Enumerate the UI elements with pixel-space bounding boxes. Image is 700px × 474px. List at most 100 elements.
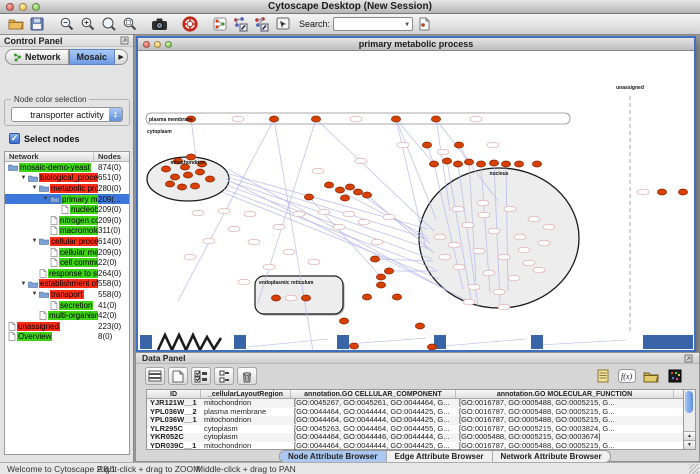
tree-col-nodes[interactable]: Nodes: [94, 152, 121, 161]
node[interactable]: [429, 161, 438, 167]
node-label[interactable]: [184, 254, 196, 260]
tree-row[interactable]: ▼establishment of lo558(0): [5, 279, 129, 290]
table-row[interactable]: YJR121W__1mitochondrion[GO:0045267, GO:0…: [147, 399, 683, 408]
node[interactable]: [340, 195, 349, 201]
zoom-out-icon[interactable]: [56, 15, 77, 34]
node[interactable]: [370, 256, 379, 262]
node[interactable]: [304, 194, 313, 200]
table-grid-icon[interactable]: [145, 367, 165, 385]
zoom-fit-icon[interactable]: [98, 15, 119, 34]
node-label[interactable]: [318, 209, 330, 215]
node[interactable]: [489, 160, 498, 166]
table-row[interactable]: YKR052Ccytoplasm[GO:0044464, GO:0044446,…: [147, 433, 683, 442]
node[interactable]: [190, 183, 199, 189]
node[interactable]: [431, 116, 440, 122]
node-label[interactable]: [358, 219, 370, 225]
node[interactable]: [415, 323, 424, 329]
node-label[interactable]: [498, 254, 510, 260]
node-label[interactable]: [218, 208, 230, 214]
node[interactable]: [392, 294, 401, 300]
node-label[interactable]: [244, 211, 256, 217]
node[interactable]: [353, 189, 362, 195]
node-label[interactable]: [488, 228, 500, 234]
node-label[interactable]: [397, 142, 409, 148]
node[interactable]: [678, 189, 687, 195]
node-label[interactable]: [232, 116, 244, 122]
node-label[interactable]: [448, 242, 460, 248]
node-label[interactable]: [468, 284, 480, 290]
table-row[interactable]: YLR295Ccytoplasm[GO:0045263, GO:0044464,…: [147, 425, 683, 434]
camera-snapshot-icon[interactable]: [149, 15, 170, 34]
tree-row[interactable]: multi-organism pro42(0): [5, 310, 129, 321]
node-label[interactable]: [333, 224, 345, 230]
node-label[interactable]: [452, 206, 464, 212]
node-label[interactable]: [528, 216, 540, 222]
scroll-up-button[interactable]: ▲: [684, 431, 695, 440]
table-row[interactable]: YPL036W__1mitochondrion[GO:0044464, GO:0…: [147, 416, 683, 425]
node[interactable]: [195, 169, 204, 175]
node-label[interactable]: [293, 211, 305, 217]
tree-row[interactable]: ▼metabolic process280(0): [5, 183, 129, 194]
node-label[interactable]: [263, 264, 275, 270]
node[interactable]: [442, 158, 451, 164]
node[interactable]: [376, 282, 385, 288]
expander-icon[interactable]: ▼: [19, 281, 28, 287]
combo-arrows-icon[interactable]: ▲▼: [109, 108, 122, 121]
tree-row[interactable]: ▼transport558(0): [5, 289, 129, 300]
node[interactable]: [339, 318, 348, 324]
tree-row[interactable]: response to stimulu264(0): [5, 268, 129, 279]
node[interactable]: [349, 343, 358, 349]
node-label[interactable]: [498, 304, 510, 310]
search-dropdown-icon[interactable]: ▼: [404, 21, 410, 29]
node[interactable]: [324, 182, 333, 188]
node-label[interactable]: [203, 238, 215, 244]
strip-node[interactable]: [140, 335, 152, 349]
tab-network-attribute-browser[interactable]: Network Attribute Browser: [493, 451, 610, 462]
strip-node[interactable]: [234, 335, 246, 349]
network-view-titlebar[interactable]: primary metabolic process: [138, 38, 694, 51]
float-panel-icon[interactable]: [120, 36, 129, 45]
node-label[interactable]: [538, 240, 550, 246]
view-minimize-button[interactable]: [154, 41, 161, 48]
node[interactable]: [454, 142, 463, 148]
node[interactable]: [335, 187, 344, 193]
node-label[interactable]: [434, 234, 446, 240]
node[interactable]: [183, 172, 192, 178]
node-label[interactable]: [192, 210, 204, 216]
float-data-panel-icon[interactable]: [684, 354, 693, 363]
notepad-icon[interactable]: [593, 367, 613, 385]
tree-col-network[interactable]: Network: [5, 152, 94, 161]
node-label[interactable]: [478, 212, 490, 218]
import-folder-icon[interactable]: [641, 367, 661, 385]
node[interactable]: [161, 166, 170, 172]
tree-row[interactable]: ▼primary metabo209(...: [5, 194, 129, 205]
zoom-in-icon[interactable]: [77, 15, 98, 34]
node-label[interactable]: [383, 214, 395, 220]
node[interactable]: [476, 161, 485, 167]
search-input[interactable]: [336, 18, 400, 30]
column-header[interactable]: annotation.GO CELLULAR_COMPONENT: [291, 390, 456, 398]
strip-node[interactable]: [337, 335, 349, 349]
help-ring-icon[interactable]: [179, 15, 200, 34]
edit-network-a-icon[interactable]: [230, 15, 251, 34]
expander-icon[interactable]: ▼: [30, 238, 39, 244]
tree-row[interactable]: macromolecule311(0): [5, 226, 129, 237]
node-label[interactable]: [238, 279, 250, 285]
node-label[interactable]: [248, 239, 260, 245]
node-label[interactable]: [312, 168, 324, 174]
node[interactable]: [514, 161, 523, 167]
node-label[interactable]: [523, 260, 535, 266]
node[interactable]: [311, 116, 320, 122]
node[interactable]: [205, 176, 214, 182]
node-label[interactable]: [462, 222, 474, 228]
node[interactable]: [391, 116, 400, 122]
tree-row[interactable]: ▼biological_process651(0): [5, 173, 129, 184]
node[interactable]: [269, 116, 278, 122]
search-field[interactable]: ▼: [333, 17, 413, 31]
node[interactable]: [657, 189, 666, 195]
open-file-icon[interactable]: [5, 15, 26, 34]
node[interactable]: [170, 174, 179, 180]
unselect-attributes-icon[interactable]: [214, 367, 234, 385]
node-label[interactable]: [453, 264, 465, 270]
node-label[interactable]: [483, 270, 495, 276]
